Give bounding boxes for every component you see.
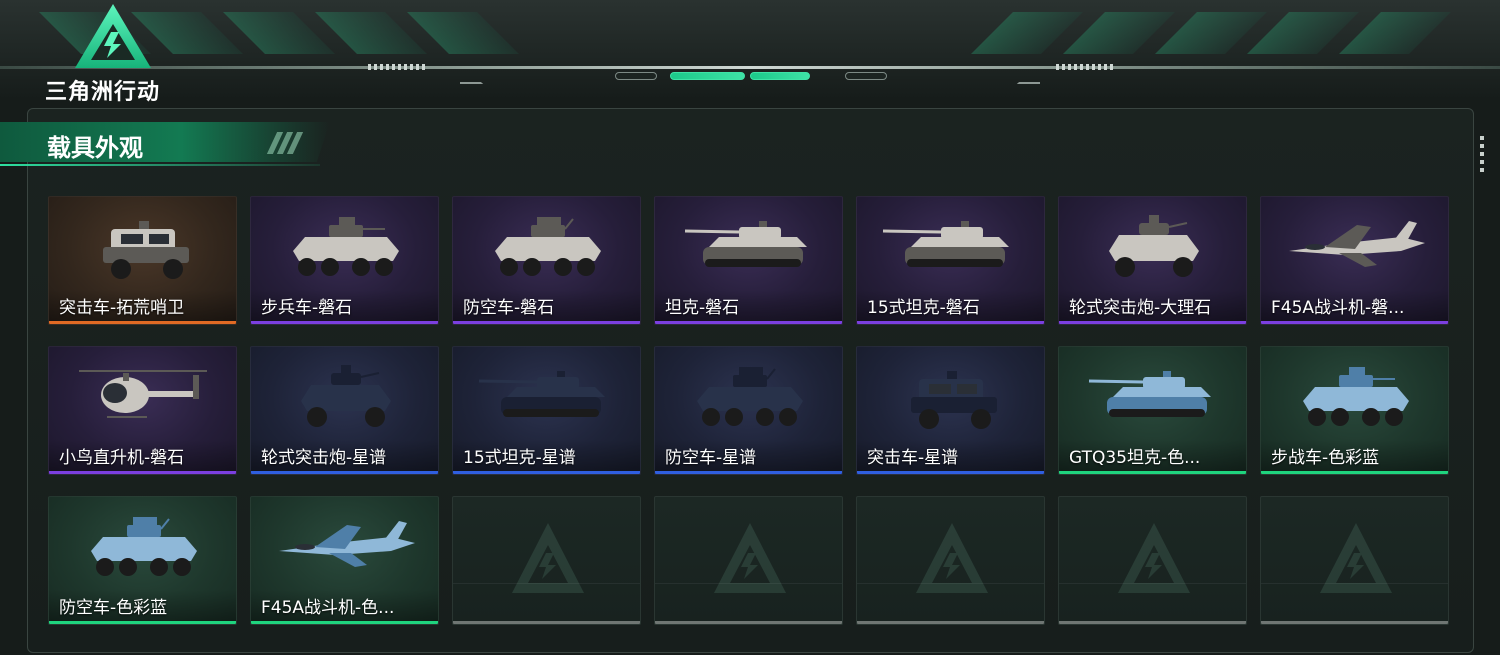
fighter-jet-icon: [1289, 221, 1425, 267]
skin-card[interactable]: GTQ35坦克-色...: [1058, 346, 1247, 475]
header-stripes-right: [971, 12, 1451, 54]
delta-watermark-icon: [714, 523, 786, 593]
rarity-bar: [857, 621, 1044, 624]
empty-skin-slot[interactable]: [1058, 496, 1247, 625]
rarity-bar: [453, 471, 640, 474]
rarity-bar: [453, 321, 640, 324]
rarity-bar: [251, 471, 438, 474]
wheeled-assault-gun-icon: [1109, 215, 1199, 277]
delta-watermark-icon: [916, 523, 988, 593]
tab-decoration: [266, 132, 304, 154]
rarity-bar: [1059, 621, 1246, 624]
game-logo: 三角洲行动: [45, 2, 185, 105]
skin-card[interactable]: 小鸟直升机-磐石: [48, 346, 237, 475]
page-dot-active[interactable]: [750, 72, 810, 80]
empty-skin-slot[interactable]: [452, 496, 641, 625]
skin-card[interactable]: 突击车-星谱: [856, 346, 1045, 475]
rarity-bar: [49, 621, 236, 624]
rarity-bar: [251, 621, 438, 624]
wheeled-aa-vehicle-icon: [697, 367, 803, 426]
rarity-bar: [857, 321, 1044, 324]
skin-name: 防空车-色彩蓝: [59, 598, 168, 618]
rarity-bar: [655, 321, 842, 324]
header-ticks-right: [1056, 64, 1116, 70]
rarity-bar: [1059, 321, 1246, 324]
rarity-bar: [49, 321, 236, 324]
rarity-bar: [655, 621, 842, 624]
header-ticks-left: [368, 64, 428, 70]
wheeled-ifv-icon: [1303, 367, 1409, 426]
skin-card[interactable]: 轮式突击炮-大理石: [1058, 196, 1247, 325]
light-tank-icon: [882, 221, 1009, 267]
rarity-bar: [251, 321, 438, 324]
rarity-bar: [1261, 321, 1448, 324]
skin-name: 步兵车-磐石: [261, 298, 353, 318]
delta-watermark-icon: [1320, 523, 1392, 593]
rarity-bar: [1059, 471, 1246, 474]
skin-card[interactable]: 突击车-拓荒哨卫: [48, 196, 237, 325]
empty-skin-slot[interactable]: [1260, 496, 1449, 625]
skin-card[interactable]: 防空车-磐石: [452, 196, 641, 325]
scroll-indicator[interactable]: [1480, 136, 1484, 176]
skin-card[interactable]: 防空车-色彩蓝: [48, 496, 237, 625]
page-dot[interactable]: [845, 72, 887, 80]
delta-watermark-icon: [1118, 523, 1190, 593]
skin-card[interactable]: 轮式突击炮-星谱: [250, 346, 439, 475]
light-tank-icon: [478, 371, 605, 417]
page-dot-active[interactable]: [670, 72, 745, 80]
skin-card[interactable]: 防空车-星谱: [654, 346, 843, 475]
skin-name: F45A战斗机-色...: [261, 598, 395, 618]
rarity-bar: [1261, 471, 1448, 474]
skin-name: GTQ35坦克-色...: [1069, 448, 1201, 468]
wheeled-ifv-icon: [293, 217, 399, 276]
delta-triangle-icon: [75, 4, 151, 68]
skin-card[interactable]: F45A战斗机-色...: [250, 496, 439, 625]
section-tab: 载具外观: [0, 122, 330, 170]
skin-card[interactable]: F45A战斗机-磐...: [1260, 196, 1449, 325]
rarity-bar: [49, 471, 236, 474]
skin-card[interactable]: 坦克-磐石: [654, 196, 843, 325]
skin-name: 轮式突击炮-星谱: [261, 448, 387, 468]
skin-name: 步战车-色彩蓝: [1271, 448, 1380, 468]
logo-text: 三角洲行动: [45, 80, 161, 105]
page-dot[interactable]: [615, 72, 657, 80]
rarity-bar: [857, 471, 1044, 474]
tank-icon: [684, 221, 807, 267]
rarity-bar: [1261, 621, 1448, 624]
section-title: 载具外观: [47, 134, 143, 162]
page-indicator: [460, 50, 1040, 90]
armored-suv-icon: [911, 371, 997, 429]
rarity-bar: [655, 471, 842, 474]
skin-card[interactable]: 15式坦克-星谱: [452, 346, 641, 475]
skin-name: 15式坦克-星谱: [463, 448, 576, 468]
skin-name: F45A战斗机-磐...: [1271, 298, 1405, 318]
skin-name: 坦克-磐石: [665, 298, 740, 318]
wheeled-aa-vehicle-icon: [91, 517, 197, 576]
skin-grid: 突击车-拓荒哨卫 步兵车-磐石 防空车-磐石 坦克-磐石 15式坦克-磐石 轮式…: [48, 196, 1449, 625]
wheeled-aa-vehicle-icon: [495, 217, 601, 276]
empty-skin-slot[interactable]: [654, 496, 843, 625]
fighter-jet-icon: [279, 521, 415, 567]
skin-name: 防空车-磐石: [463, 298, 555, 318]
skin-name: 轮式突击炮-大理石: [1069, 298, 1212, 318]
skin-name: 15式坦克-磐石: [867, 298, 980, 318]
skin-name: 小鸟直升机-磐石: [59, 448, 185, 468]
skin-card[interactable]: 15式坦克-磐石: [856, 196, 1045, 325]
armored-suv-icon: [103, 221, 189, 279]
tank-icon: [1088, 371, 1211, 417]
top-header: [0, 0, 1500, 100]
skin-name: 突击车-拓荒哨卫: [59, 298, 185, 318]
skin-name: 防空车-星谱: [665, 448, 757, 468]
empty-skin-slot[interactable]: [856, 496, 1045, 625]
skin-card[interactable]: 步兵车-磐石: [250, 196, 439, 325]
rarity-bar: [453, 621, 640, 624]
delta-watermark-icon: [512, 523, 584, 593]
helicopter-icon: [79, 370, 207, 418]
skin-card[interactable]: 步战车-色彩蓝: [1260, 346, 1449, 475]
wheeled-assault-gun-icon: [301, 365, 391, 427]
skin-name: 突击车-星谱: [867, 448, 959, 468]
